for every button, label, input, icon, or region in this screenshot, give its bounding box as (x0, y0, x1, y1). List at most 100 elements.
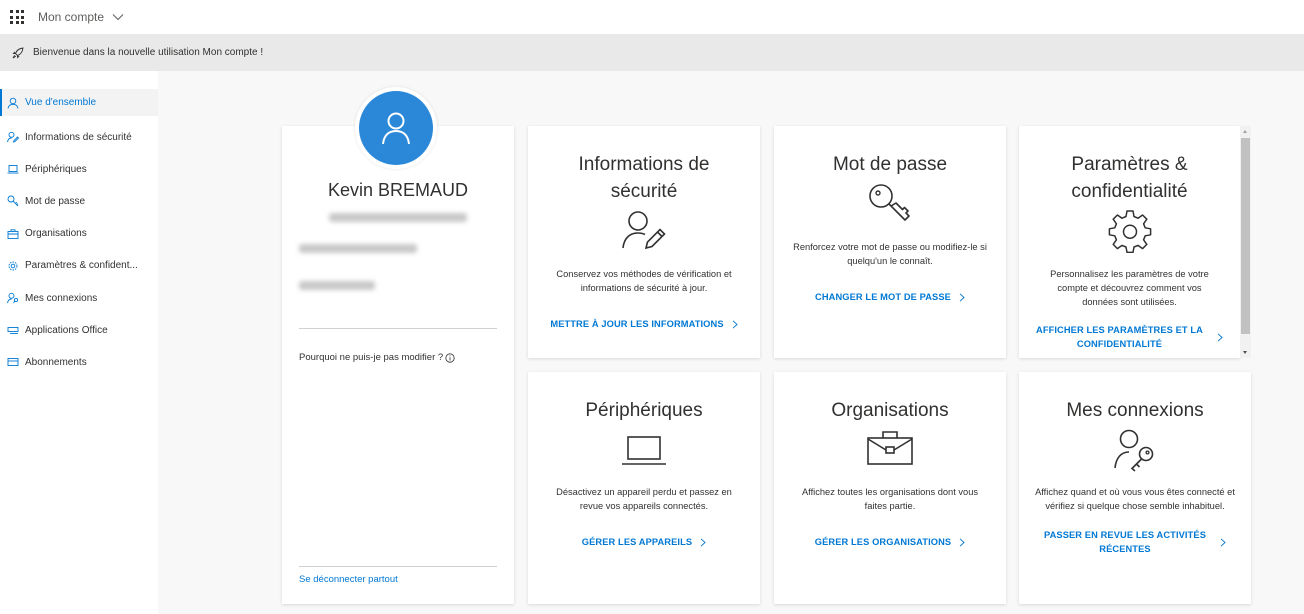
tile-title-line: sécurité (610, 181, 678, 202)
password-tile: Mot de passe Renforcez votre mot de pass… (774, 126, 1006, 358)
top-bar: Mon compte (0, 0, 1304, 34)
update-info-link[interactable]: METTRE À JOUR LES INFORMATIONS (528, 317, 760, 331)
tile-title: Mes connexions (1066, 400, 1204, 421)
tile-title-line: Paramètres & (1071, 154, 1188, 175)
sidebar-item-password[interactable]: Mot de passe (0, 185, 158, 217)
organizations-tile: Organisations Affichez toutes les organi… (774, 372, 1006, 604)
tile-title: Paramètres & confidentialité (1019, 151, 1240, 205)
sidebar-item-label: Mes connexions (25, 292, 98, 304)
scrollbar[interactable] (1240, 126, 1251, 358)
briefcase-icon (7, 228, 19, 240)
sidebar-item-overview[interactable]: Vue d'ensemble (0, 89, 158, 116)
sidebar: Vue d'ensemble Informations de sécurité … (0, 71, 158, 614)
tile-title: Mot de passe (832, 154, 948, 175)
sidebar-item-label: Organisations (25, 228, 87, 240)
tile-title-line: confidentialité (1071, 181, 1188, 202)
link-label-line: AFFICHER LES PARAMÈTRES ET LA (1036, 325, 1203, 335)
tile-description: Renforcez votre mot de passe ou modifiez… (793, 242, 987, 266)
chevron-right-icon (700, 537, 706, 547)
tile-description: Affichez toutes les organisations dont v… (801, 487, 979, 511)
chevron-right-icon (732, 319, 738, 329)
tile-description: Conservez vos méthodes de vérification e… (556, 269, 732, 293)
why-cant-edit-link[interactable]: Pourquoi ne puis-je pas modifier ? (299, 352, 455, 363)
sidebar-item-label: Vue d'ensemble (25, 97, 97, 108)
sidebar-item-label: Abonnements (25, 356, 87, 368)
sidebar-item-privacy[interactable]: Paramètres & confident... (0, 250, 158, 282)
manage-organizations-link[interactable]: GÉRER LES ORGANISATIONS (774, 535, 1006, 549)
app-title-menu[interactable]: Mon compte (38, 10, 124, 24)
link-label-line: RÉCENTES (1099, 544, 1151, 554)
app-launcher-icon[interactable] (10, 10, 24, 24)
redacted-profile-info (299, 281, 375, 290)
link-label: CHANGER LE MOT DE PASSE (815, 292, 951, 302)
chevron-right-icon (959, 537, 965, 547)
key-icon (7, 195, 19, 207)
redacted-profile-info (299, 244, 417, 253)
sidebar-item-office-apps[interactable]: Applications Office (0, 314, 158, 346)
scroll-up-arrow[interactable] (1243, 130, 1247, 133)
link-label: GÉRER LES ORGANISATIONS (814, 537, 952, 547)
sidebar-item-label: Périphériques (25, 163, 87, 175)
banner-text: Bienvenue dans la nouvelle utilisation M… (33, 47, 264, 58)
link-label: GÉRER LES APPAREILS (581, 537, 693, 547)
devices-tile: Périphériques Désactivez un appareil per… (528, 372, 760, 604)
sidebar-item-label: Paramètres & confident... (25, 260, 138, 272)
sidebar-item-devices[interactable]: Périphériques (0, 153, 158, 185)
subscription-icon (7, 356, 19, 368)
profile-name: Kevin BREMAUD (327, 180, 469, 200)
sidebar-item-subscriptions[interactable]: Abonnements (0, 346, 158, 378)
profile-divider (299, 328, 497, 329)
person-icon (382, 112, 410, 145)
person-icon (7, 97, 19, 109)
chevron-right-icon (1217, 332, 1223, 342)
laptop-icon (622, 436, 666, 465)
manage-devices-link[interactable]: GÉRER LES APPAREILS (528, 535, 760, 549)
view-privacy-settings-link[interactable]: AFFICHER LES PARAMÈTRES ET LA CONFIDENTI… (1019, 323, 1240, 351)
gear-icon (1108, 210, 1151, 253)
tile-title-line: Informations de (578, 154, 710, 175)
person-edit-icon (7, 131, 19, 143)
tile-title: Organisations (831, 400, 949, 421)
person-key-icon (1114, 429, 1154, 472)
gear-icon (7, 260, 19, 272)
link-label: PASSER EN REVUE LES ACTIVITÉS RÉCENTES (1044, 528, 1206, 556)
rocket-icon (12, 46, 24, 58)
sidebar-item-signins[interactable]: Mes connexions (0, 282, 158, 314)
privacy-settings-tile: Paramètres & confidentialité Personnalis… (1019, 126, 1240, 358)
scroll-down-arrow[interactable] (1243, 351, 1247, 354)
my-signins-tile: Mes connexions Affichez quand et où vous… (1019, 372, 1251, 604)
avatar (355, 87, 437, 169)
welcome-banner: Bienvenue dans la nouvelle utilisation M… (0, 34, 1304, 71)
avatar-circle (359, 91, 433, 165)
sidebar-item-label: Mot de passe (25, 195, 86, 207)
sidebar-item-label: Applications Office (25, 324, 108, 336)
link-label-line: CONFIDENTIALITÉ (1076, 339, 1163, 349)
redacted-profile-info (329, 213, 467, 222)
tile-description: Personnalisez les paramètres de votre co… (1050, 269, 1209, 307)
app-title: Mon compte (38, 10, 105, 24)
sidebar-item-organizations[interactable]: Organisations (0, 218, 158, 250)
tile-title: Informations de sécurité (528, 151, 760, 205)
tile-description: Désactivez un appareil perdu et passez e… (556, 487, 732, 511)
chevron-right-icon (1220, 537, 1226, 547)
tile-description: Affichez quand et où vous vous êtes conn… (1035, 487, 1235, 511)
sign-out-everywhere-link[interactable]: Se déconnecter partout (299, 574, 398, 585)
link-label: AFFICHER LES PARAMÈTRES ET LA CONFIDENTI… (1036, 323, 1203, 351)
security-info-tile: Informations de sécurité Conservez vos m… (528, 126, 760, 358)
chevron-right-icon (959, 292, 965, 302)
tile-title: Périphériques (585, 400, 703, 421)
profile-divider (299, 566, 497, 567)
change-password-link[interactable]: CHANGER LE MOT DE PASSE (774, 290, 1006, 304)
info-icon (445, 352, 455, 363)
profile-card: Kevin BREMAUD Pourquoi ne puis-je pas mo… (282, 126, 514, 604)
chevron-down-icon (112, 14, 124, 21)
person-key-icon (7, 292, 19, 304)
review-recent-activity-link[interactable]: PASSER EN REVUE LES ACTIVITÉS RÉCENTES (1019, 528, 1251, 556)
apps-icon (7, 324, 19, 336)
link-label-line: PASSER EN REVUE LES ACTIVITÉS (1043, 530, 1206, 540)
sidebar-item-security-info[interactable]: Informations de sécurité (0, 121, 158, 153)
scrollbar-thumb[interactable] (1241, 138, 1250, 334)
laptop-icon (7, 163, 19, 175)
briefcase-icon (867, 431, 913, 465)
person-edit-icon (622, 211, 666, 250)
